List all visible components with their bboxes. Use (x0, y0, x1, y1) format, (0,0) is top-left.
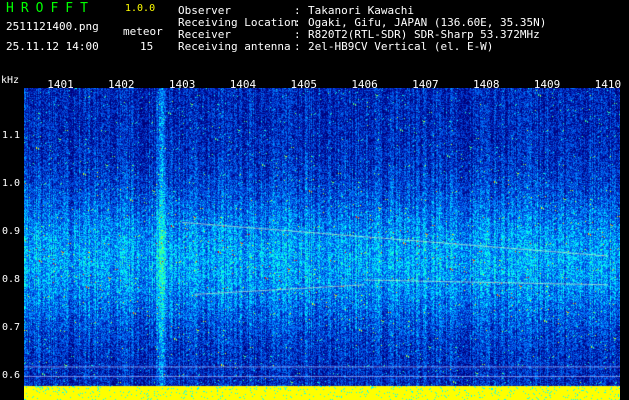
meteor-label: meteor (123, 25, 163, 38)
meteor-count: 15 (140, 40, 154, 53)
info-colon: : (294, 28, 301, 41)
info-row-location: Receiving Location: Ogaki, Gifu, JAPAN (1… (178, 17, 546, 28)
spectrogram-plot (24, 88, 620, 400)
app-version: 1.0.0 (125, 3, 156, 14)
y-tick-label: 0.9 (2, 226, 21, 237)
info-row-receiver: Receiver: R820T2(RTL-SDR) SDR-Sharp 53.37… (178, 29, 540, 40)
info-colon: : (294, 40, 301, 53)
info-colon: : (294, 16, 301, 29)
y-axis-unit: kHz (1, 75, 20, 86)
info-row-observer: Observer: Takanori Kawachi (178, 5, 414, 16)
time-stamp: 25.11.12 14:00 (6, 40, 99, 53)
info-label: Receiver (178, 28, 231, 41)
info-colon: : (294, 4, 301, 17)
y-tick-label: 1.0 (2, 178, 21, 189)
info-value: 2el-HB9CV Vertical (el. E-W) (308, 40, 494, 53)
info-label: Receiving antenna (178, 40, 291, 53)
file-name: 2511121400.png (6, 20, 99, 33)
info-label: Observer (178, 4, 231, 17)
y-tick-label: 0.8 (2, 274, 21, 285)
y-tick-label: 0.7 (2, 322, 21, 333)
info-label: Receiving Location (178, 16, 298, 29)
y-tick-label: 0.6 (2, 370, 21, 381)
y-tick-label: 1.1 (2, 130, 21, 141)
app-title: HROFFT (6, 1, 95, 16)
info-row-antenna: Receiving antenna:2el-HB9CV Vertical (el… (178, 41, 493, 52)
